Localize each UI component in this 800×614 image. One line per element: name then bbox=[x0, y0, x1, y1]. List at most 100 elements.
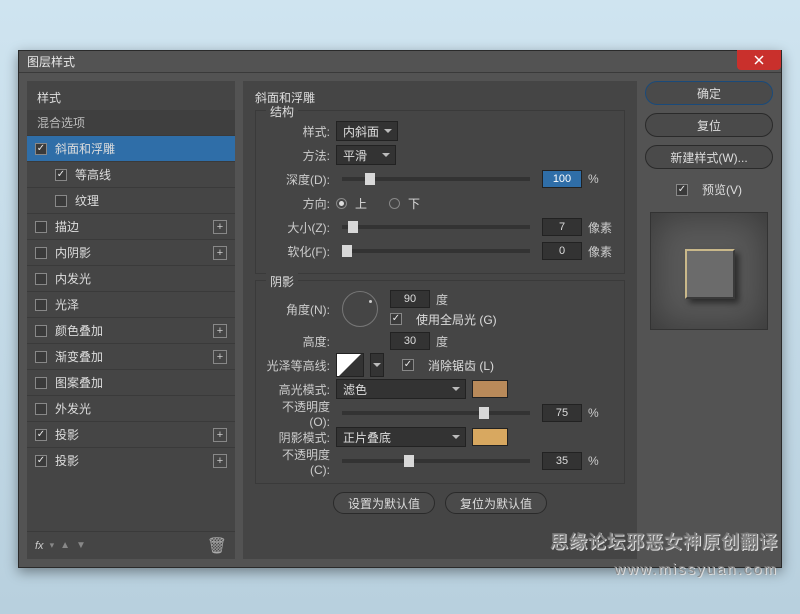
shadow-mode-select[interactable]: 正片叠底 bbox=[336, 427, 466, 447]
size-slider[interactable] bbox=[342, 225, 530, 229]
style-row[interactable]: 渐变叠加 + bbox=[27, 343, 235, 369]
style-row[interactable]: 投影+ bbox=[27, 421, 235, 447]
move-down-icon[interactable]: ▼ bbox=[76, 540, 86, 551]
soften-slider[interactable] bbox=[342, 249, 530, 253]
titlebar: 图层样式 bbox=[19, 51, 781, 73]
style-row[interactable]: 图案叠加 bbox=[27, 369, 235, 395]
style-row[interactable]: 等高线 bbox=[27, 161, 235, 187]
chevron-down-icon[interactable]: ▾ bbox=[50, 540, 55, 551]
shading-legend: 阴影 bbox=[266, 273, 298, 290]
gloss-contour-dropdown[interactable] bbox=[370, 353, 384, 377]
style-row[interactable]: 斜面和浮雕 bbox=[27, 135, 235, 161]
style-row[interactable]: 内阴影 + bbox=[27, 239, 235, 265]
add-effect-icon[interactable]: + bbox=[213, 428, 227, 442]
altitude-input[interactable]: 30 bbox=[390, 332, 430, 350]
depth-unit: % bbox=[588, 172, 614, 186]
add-effect-icon[interactable]: + bbox=[213, 324, 227, 338]
style-row[interactable]: 内发光 bbox=[27, 265, 235, 291]
blend-options[interactable]: 混合选项 bbox=[27, 110, 235, 135]
style-row[interactable]: 颜色叠加 + bbox=[27, 317, 235, 343]
style-checkbox[interactable] bbox=[35, 429, 47, 441]
style-checkbox[interactable] bbox=[35, 455, 47, 467]
shadow-color-swatch[interactable] bbox=[472, 428, 508, 446]
style-checkbox[interactable] bbox=[35, 325, 47, 337]
shadow-opacity-slider[interactable] bbox=[342, 459, 530, 463]
trash-icon[interactable]: 🗑 bbox=[207, 536, 227, 556]
global-light-checkbox[interactable] bbox=[390, 313, 402, 325]
styles-header: 样式 bbox=[27, 81, 235, 110]
style-checkbox[interactable] bbox=[35, 247, 47, 259]
make-default-button[interactable]: 设置为默认值 bbox=[333, 492, 435, 514]
structure-group: 结构 样式: 内斜面 方法: 平滑 深度(D): 100 % 方向: bbox=[255, 110, 625, 274]
style-checkbox[interactable] bbox=[35, 221, 47, 233]
ok-button[interactable]: 确定 bbox=[645, 81, 773, 105]
add-effect-icon[interactable]: + bbox=[213, 246, 227, 260]
depth-input[interactable]: 100 bbox=[542, 170, 582, 188]
soften-input[interactable]: 0 bbox=[542, 242, 582, 260]
dialog-title: 图层样式 bbox=[27, 55, 75, 69]
style-checkbox[interactable] bbox=[35, 403, 47, 415]
preview-label: 预览(V) bbox=[702, 181, 742, 198]
shadow-opacity-input[interactable]: 35 bbox=[542, 452, 582, 470]
technique-select[interactable]: 平滑 bbox=[336, 145, 396, 165]
highlight-color-swatch[interactable] bbox=[472, 380, 508, 398]
style-label: 颜色叠加 bbox=[55, 322, 103, 339]
style-label: 外发光 bbox=[55, 400, 91, 417]
style-label: 样式: bbox=[266, 123, 330, 140]
highlight-opacity-label: 不透明度(O): bbox=[266, 398, 330, 429]
style-checkbox[interactable] bbox=[55, 169, 67, 181]
style-select[interactable]: 内斜面 bbox=[336, 121, 398, 141]
altitude-unit: 度 bbox=[436, 333, 462, 350]
highlight-opacity-input[interactable]: 75 bbox=[542, 404, 582, 422]
section-title: 斜面和浮雕 bbox=[255, 89, 625, 106]
direction-down-radio[interactable] bbox=[389, 198, 400, 209]
size-unit: 像素 bbox=[588, 219, 614, 236]
new-style-button[interactable]: 新建样式(W)... bbox=[645, 145, 773, 169]
style-checkbox[interactable] bbox=[35, 143, 47, 155]
reset-default-button[interactable]: 复位为默认值 bbox=[445, 492, 547, 514]
style-checkbox[interactable] bbox=[55, 195, 67, 207]
style-checkbox[interactable] bbox=[35, 273, 47, 285]
add-effect-icon[interactable]: + bbox=[213, 350, 227, 364]
style-label: 光泽 bbox=[55, 296, 79, 313]
direction-up-radio[interactable] bbox=[336, 198, 347, 209]
dialog-content: 样式 混合选项 斜面和浮雕等高线纹理描边+内阴影+内发光光泽颜色叠加+渐变叠加+… bbox=[19, 73, 781, 567]
preview-thumbnail bbox=[685, 249, 735, 299]
highlight-opacity-unit: % bbox=[588, 406, 614, 420]
antialias-label: 消除锯齿 (L) bbox=[428, 357, 494, 374]
style-label: 描边 bbox=[55, 218, 79, 235]
antialias-checkbox[interactable] bbox=[402, 359, 414, 371]
style-checkbox[interactable] bbox=[35, 351, 47, 363]
move-up-icon[interactable]: ▲ bbox=[60, 540, 70, 551]
style-checkbox[interactable] bbox=[35, 377, 47, 389]
close-button[interactable] bbox=[737, 50, 781, 70]
style-row[interactable]: 纹理 bbox=[27, 187, 235, 213]
preview-box bbox=[650, 212, 768, 330]
cancel-button[interactable]: 复位 bbox=[645, 113, 773, 137]
style-row[interactable]: 投影+ bbox=[27, 447, 235, 473]
add-effect-icon[interactable]: + bbox=[213, 454, 227, 468]
style-checkbox[interactable] bbox=[35, 299, 47, 311]
soften-unit: 像素 bbox=[588, 243, 614, 260]
preview-checkbox[interactable] bbox=[676, 184, 688, 196]
direction-down-label: 下 bbox=[408, 195, 420, 212]
style-label: 渐变叠加 bbox=[55, 348, 103, 365]
angle-label: 角度(N): bbox=[266, 301, 330, 318]
structure-legend: 结构 bbox=[266, 103, 298, 120]
technique-label: 方法: bbox=[266, 147, 330, 164]
size-input[interactable]: 7 bbox=[542, 218, 582, 236]
add-effect-icon[interactable]: + bbox=[213, 220, 227, 234]
angle-input[interactable]: 90 bbox=[390, 290, 430, 308]
style-label: 内阴影 bbox=[55, 244, 91, 261]
angle-unit: 度 bbox=[436, 291, 462, 308]
style-row[interactable]: 描边 + bbox=[27, 213, 235, 239]
gloss-contour-picker[interactable] bbox=[336, 353, 364, 377]
angle-dial[interactable] bbox=[342, 291, 378, 327]
fx-menu[interactable]: fx bbox=[35, 540, 44, 552]
highlight-opacity-slider[interactable] bbox=[342, 411, 530, 415]
depth-slider[interactable] bbox=[342, 177, 530, 181]
style-row[interactable]: 外发光 bbox=[27, 395, 235, 421]
style-row[interactable]: 光泽 bbox=[27, 291, 235, 317]
style-label: 图案叠加 bbox=[55, 374, 103, 391]
highlight-mode-select[interactable]: 滤色 bbox=[336, 379, 466, 399]
